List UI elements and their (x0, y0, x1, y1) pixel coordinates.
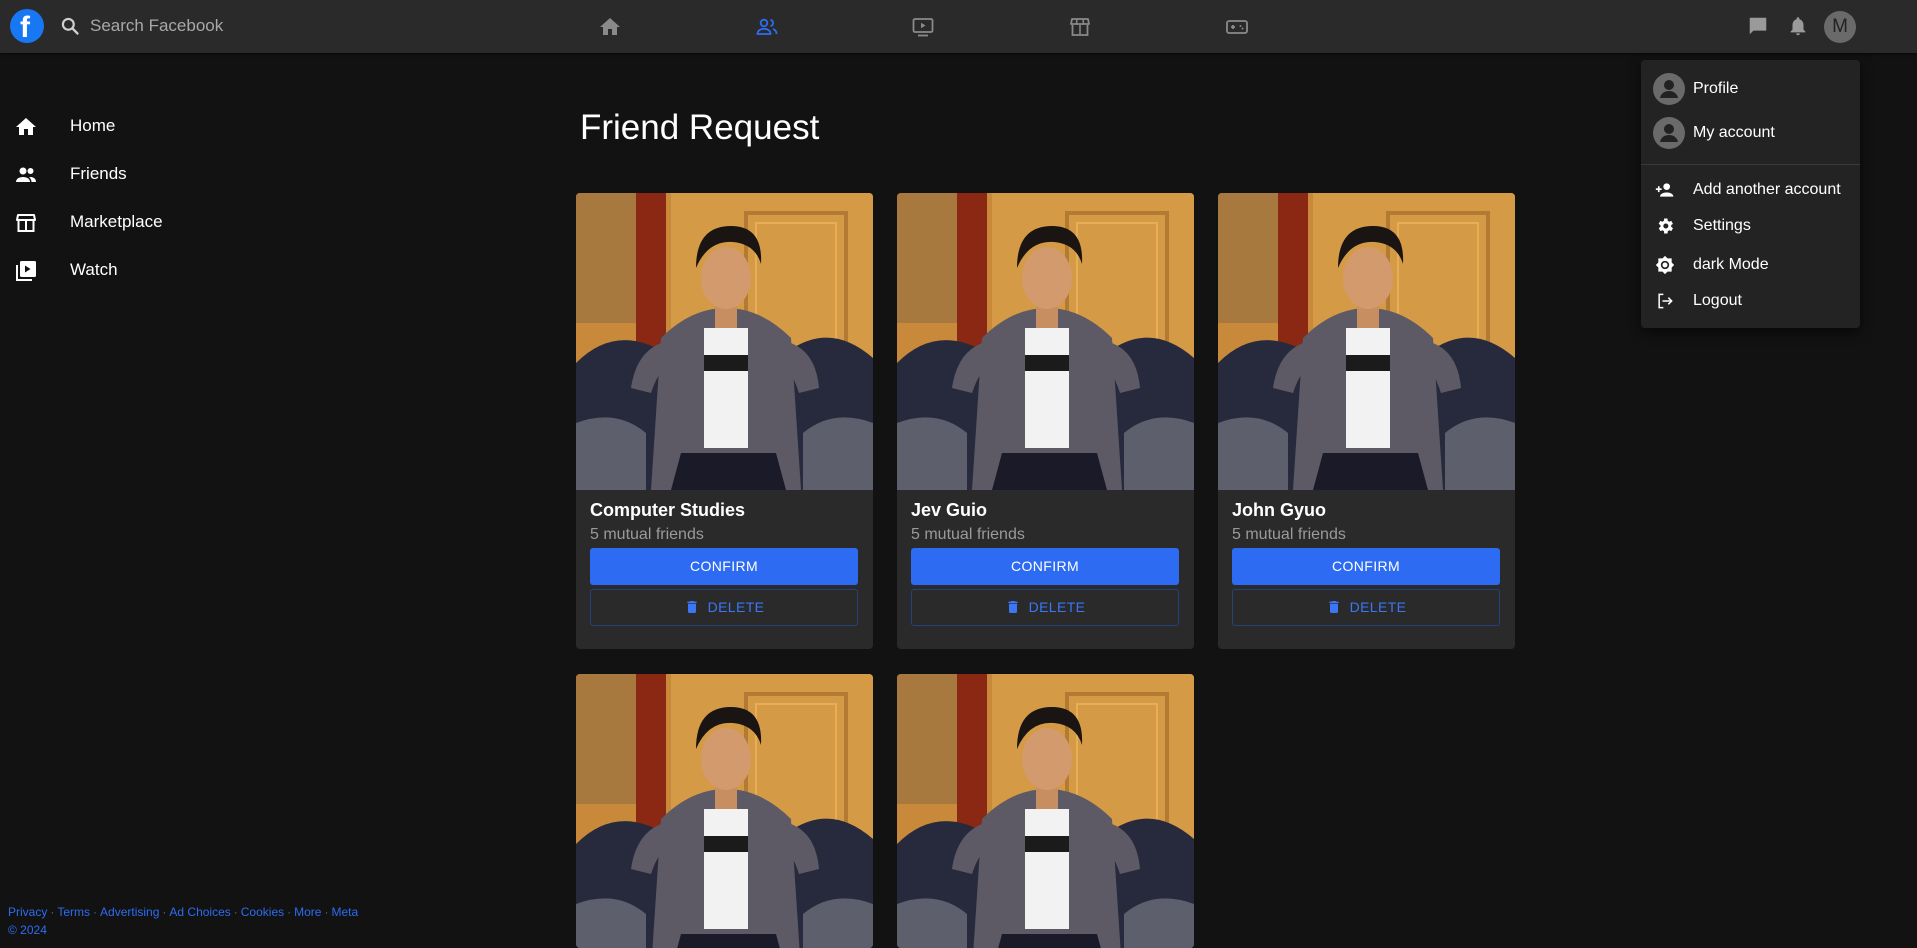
friend-request-card: Computer Studies 5 mutual friends CONFIR… (576, 193, 873, 649)
footer-link-more[interactable]: More (294, 905, 321, 919)
sidebar-item-watch[interactable]: Watch (0, 250, 300, 290)
menu-item-label: Logout (1693, 292, 1742, 309)
search-icon (61, 17, 79, 35)
trash-icon (1005, 599, 1021, 615)
menu-item-label: Settings (1693, 217, 1751, 234)
footer-link-ad-choices[interactable]: Ad Choices (169, 905, 230, 919)
footer-link-terms[interactable]: Terms (57, 905, 90, 919)
profile-photo[interactable] (576, 193, 873, 490)
request-name[interactable]: Jev Guio (911, 500, 987, 521)
watch-icon (16, 261, 36, 281)
sidebar-item-home[interactable]: Home (0, 106, 300, 146)
delete-button[interactable]: DELETE (911, 589, 1179, 626)
confirm-button[interactable]: CONFIRM (911, 548, 1179, 585)
confirm-button[interactable]: CONFIRM (1232, 548, 1500, 585)
marketplace-icon[interactable] (1068, 15, 1092, 39)
messenger-icon[interactable] (1747, 15, 1769, 37)
settings-icon (1658, 218, 1673, 234)
request-name[interactable]: John Gyuo (1232, 500, 1326, 521)
profile-photo[interactable] (576, 674, 873, 948)
profile-photo[interactable] (897, 674, 1194, 948)
sidebar-item-label: Watch (70, 260, 118, 279)
marketplace-icon (16, 214, 36, 232)
menu-divider (1641, 164, 1860, 165)
menu-item-add-account[interactable]: Add another account (1641, 172, 1860, 208)
friends-icon[interactable] (755, 15, 779, 39)
watch-icon[interactable] (911, 15, 935, 39)
menu-item-label: Add another account (1693, 181, 1841, 198)
delete-label: DELETE (707, 599, 765, 615)
facebook-logo[interactable]: f (10, 9, 44, 44)
mutual-friends-count: 5 mutual friends (1232, 526, 1346, 543)
delete-label: DELETE (1028, 599, 1086, 615)
logout-icon (1658, 293, 1673, 309)
footer-link-advertising[interactable]: Advertising (100, 905, 159, 919)
menu-item-label: My account (1693, 124, 1775, 141)
profile-photo[interactable] (897, 193, 1194, 490)
home-icon (16, 118, 36, 135)
friend-request-card (897, 674, 1194, 948)
menu-item-logout[interactable]: Logout (1641, 283, 1860, 319)
top-navigation-bar: f M (0, 0, 1917, 53)
menu-item-label: Profile (1693, 80, 1739, 97)
account-dropdown-menu: Profile My account Add another account S… (1641, 60, 1860, 328)
home-icon[interactable] (598, 15, 622, 39)
footer-link-privacy[interactable]: Privacy (8, 905, 47, 919)
brightness-icon (1655, 255, 1675, 275)
friend-request-card: Jev Guio 5 mutual friends CONFIRM DELETE (897, 193, 1194, 649)
trash-icon (684, 599, 700, 615)
menu-item-settings[interactable]: Settings (1641, 208, 1860, 244)
delete-button[interactable]: DELETE (1232, 589, 1500, 626)
friend-request-card: John Gyuo 5 mutual friends CONFIRM DELET… (1218, 193, 1515, 649)
menu-item-dark-mode[interactable]: dark Mode (1641, 247, 1860, 283)
sidebar-item-marketplace[interactable]: Marketplace (0, 202, 300, 242)
logo-letter: f (20, 11, 30, 44)
account-circle-icon (1653, 117, 1685, 149)
person-add-icon (1655, 183, 1674, 197)
sidebar-item-label: Home (70, 116, 116, 135)
footer-link-meta[interactable]: Meta (331, 905, 358, 919)
mutual-friends-count: 5 mutual friends (590, 526, 704, 543)
friends-icon (16, 167, 36, 182)
menu-item-profile[interactable]: Profile (1641, 71, 1860, 107)
search-input[interactable] (90, 12, 390, 40)
friend-request-card (576, 674, 873, 948)
account-avatar-button[interactable]: M (1824, 11, 1856, 43)
menu-item-label: dark Mode (1693, 256, 1769, 273)
notifications-icon[interactable] (1787, 15, 1809, 37)
request-name[interactable]: Computer Studies (590, 500, 745, 521)
delete-label: DELETE (1349, 599, 1407, 615)
account-circle-icon (1653, 73, 1685, 105)
sidebar-item-friends[interactable]: Friends (0, 154, 300, 194)
confirm-button[interactable]: CONFIRM (590, 548, 858, 585)
footer-link-cookies[interactable]: Cookies (241, 905, 284, 919)
menu-item-my-account[interactable]: My account (1641, 115, 1860, 151)
mutual-friends-count: 5 mutual friends (911, 526, 1025, 543)
delete-button[interactable]: DELETE (590, 589, 858, 626)
sidebar-item-label: Marketplace (70, 212, 163, 231)
sidebar-item-label: Friends (70, 164, 127, 183)
gaming-icon[interactable] (1225, 15, 1249, 39)
copyright-text: © 2024 (8, 923, 47, 937)
page-title: Friend Request (580, 108, 820, 147)
footer-links: Privacy · Terms · Advertising · Ad Choices · Coo… (8, 905, 359, 919)
profile-photo[interactable] (1218, 193, 1515, 490)
trash-icon (1326, 599, 1342, 615)
